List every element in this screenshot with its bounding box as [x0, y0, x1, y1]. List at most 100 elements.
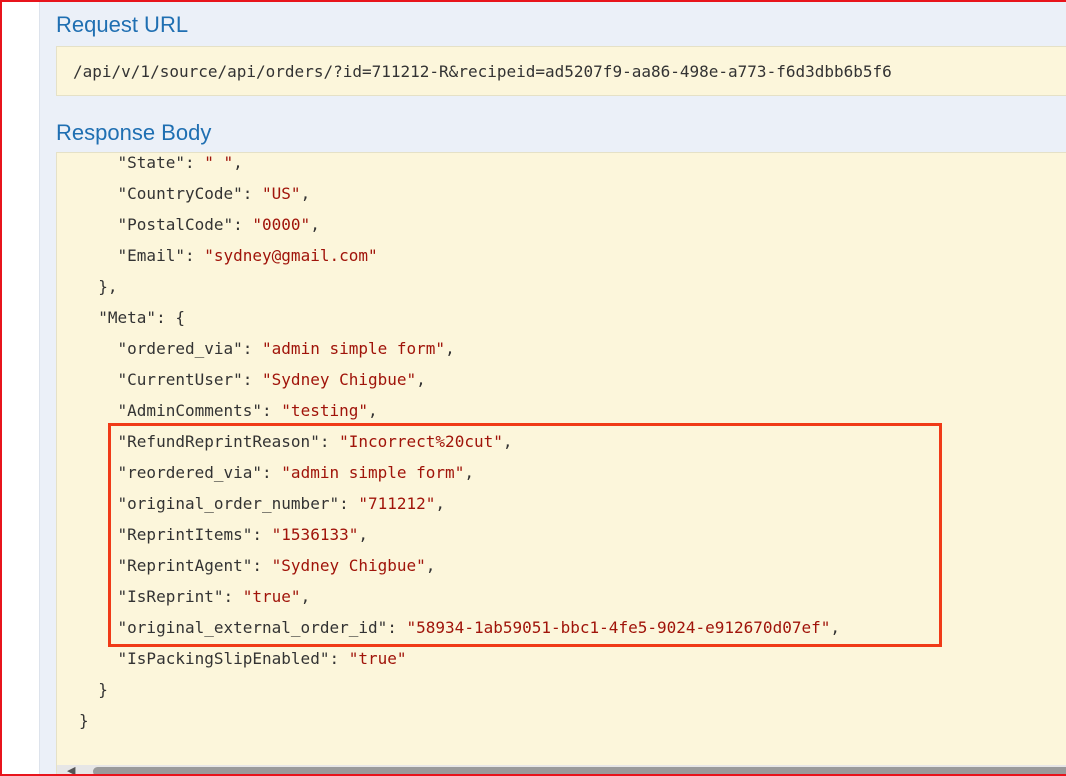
request-url-title: Request URL [56, 12, 189, 37]
code-line: }, [79, 271, 840, 302]
json-key: "ReprintAgent" [117, 556, 253, 575]
json-separator: : [242, 339, 263, 358]
json-separator: : [242, 370, 263, 389]
json-comma: , [358, 525, 368, 544]
json-string-value: "58934-1ab59051-bbc1-4fe5-9024-e912670d0… [406, 618, 831, 637]
json-comma: , [502, 432, 513, 451]
json-separator: : [387, 618, 407, 637]
json-comma: , [445, 339, 455, 358]
json-string-value: "0000" [252, 215, 311, 234]
json-string-value: "testing" [281, 401, 368, 420]
code-line: } [79, 705, 840, 736]
json-code-block: "State": " ", "CountryCode": "US", "Post… [79, 153, 840, 736]
code-line: "Email": "sydney@gmail.com" [79, 240, 840, 271]
json-key: "ordered_via" [117, 339, 243, 358]
json-key: "CurrentUser" [117, 370, 243, 389]
scrollbar-thumb[interactable] [93, 767, 1066, 774]
json-separator: : [252, 556, 272, 575]
response-body-title: Response Body [56, 120, 212, 145]
json-key: "reordered_via" [117, 463, 263, 482]
left-gutter [4, 2, 38, 774]
request-url-value[interactable]: /api/v/1/source/api/orders/?id=711212-R&… [56, 46, 1066, 96]
json-separator: : [223, 587, 243, 606]
json-key: "original_external_order_id" [117, 618, 388, 637]
code-line: "State": " ", [79, 153, 840, 178]
json-separator: : [252, 525, 272, 544]
code-line: "CurrentUser": "Sydney Chigbue", [79, 364, 840, 395]
json-separator: : [262, 463, 282, 482]
json-separator: : [184, 246, 205, 265]
json-string-value: "true" [348, 649, 407, 668]
json-string-value: "1536133" [271, 525, 359, 544]
json-comma: , [464, 463, 474, 482]
json-key: "IsReprint" [117, 587, 224, 606]
json-key: } [98, 680, 108, 699]
json-string-value: "US" [262, 184, 301, 203]
json-string-value: "admin simple form" [262, 339, 446, 358]
json-separator: : [184, 153, 205, 172]
code-line: "AdminComments": "testing", [79, 395, 840, 426]
json-key: "ReprintItems" [117, 525, 253, 544]
json-key: "PostalCode" [117, 215, 234, 234]
json-comma: , [300, 587, 311, 606]
scroll-left-arrow-icon[interactable]: ◀ [67, 765, 81, 775]
code-line: } [79, 674, 840, 705]
code-line: "original_external_order_id": "58934-1ab… [79, 612, 840, 643]
response-body-code[interactable]: "State": " ", "CountryCode": "US", "Post… [56, 152, 1066, 775]
json-key: } [79, 711, 89, 730]
code-line: "RefundReprintReason": "Incorrect%20cut"… [79, 426, 840, 457]
json-separator: : { [156, 308, 185, 327]
json-key: "IsPackingSlipEnabled" [117, 649, 330, 668]
json-string-value: "Incorrect%20cut" [339, 432, 503, 451]
json-comma: , [300, 184, 311, 203]
json-comma: , [368, 401, 378, 420]
screenshot-frame: Request URL /api/v/1/source/api/orders/?… [0, 0, 1066, 776]
json-comma: , [830, 618, 840, 637]
code-line: "ReprintAgent": "Sydney Chigbue", [79, 550, 840, 581]
json-comma: , [425, 556, 436, 575]
code-line: "ordered_via": "admin simple form", [79, 333, 840, 364]
json-separator: : [339, 494, 359, 513]
code-line: "IsReprint": "true", [79, 581, 840, 612]
json-separator: : [329, 649, 349, 668]
json-separator: : [233, 215, 253, 234]
api-response-panel: Request URL /api/v/1/source/api/orders/?… [39, 2, 1066, 775]
json-comma: , [435, 494, 446, 513]
code-line: "PostalCode": "0000", [79, 209, 840, 240]
json-separator: : [262, 401, 282, 420]
json-separator: : [242, 184, 263, 203]
horizontal-scrollbar[interactable]: ◀ [57, 765, 1066, 775]
json-comma: , [416, 370, 426, 389]
json-string-value: "Sydney Chigbue" [262, 370, 417, 389]
json-key: "original_order_number" [117, 494, 340, 513]
json-separator: : [319, 432, 340, 451]
code-line: "ReprintItems": "1536133", [79, 519, 840, 550]
code-line: "original_order_number": "711212", [79, 488, 840, 519]
code-line: "CountryCode": "US", [79, 178, 840, 209]
json-key: "Email" [117, 246, 185, 265]
json-comma: , [233, 153, 243, 172]
json-string-value: "true" [242, 587, 301, 606]
json-string-value: "admin simple form" [281, 463, 465, 482]
json-key: "Meta" [98, 308, 157, 327]
json-key: "AdminComments" [117, 401, 263, 420]
code-line: "reordered_via": "admin simple form", [79, 457, 840, 488]
code-line: "Meta": { [79, 302, 840, 333]
json-key: "CountryCode" [117, 184, 243, 203]
json-key: }, [98, 277, 118, 296]
